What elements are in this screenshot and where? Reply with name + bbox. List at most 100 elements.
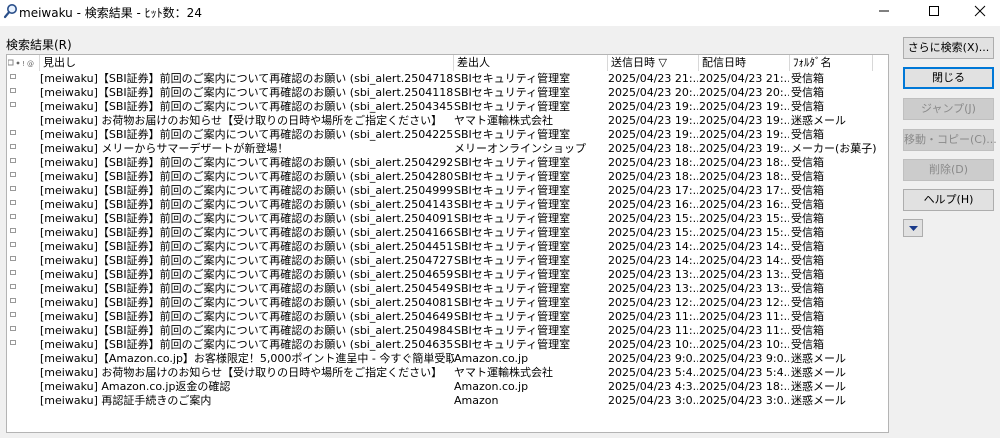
- table-row[interactable]: [meiwaku]【SBI証券】前回のご案内について再確認のお願い (sbi_a…: [7, 72, 888, 86]
- triangle-down-icon: [909, 226, 918, 231]
- subject-cell: [meiwaku]【SBI証券】前回のご案内について再確認のお願い (sbi_a…: [40, 86, 454, 99]
- folder-cell: 受信箱: [791, 170, 824, 183]
- table-row[interactable]: [meiwaku] メリーからサマーデザートが新登場！ メリーオンラインショップ 2…: [7, 142, 888, 156]
- table-row[interactable]: [meiwaku]【SBI証券】前回のご案内について再確認のお願い (sbi_a…: [7, 268, 888, 282]
- folder-cell: 受信箱: [791, 156, 824, 169]
- table-row[interactable]: [meiwaku]【SBI証券】前回のご案内について再確認のお願い (sbi_a…: [7, 310, 888, 324]
- table-row[interactable]: [meiwaku]【SBI証券】前回のご案内について再確認のお願い (sbi_a…: [7, 184, 888, 198]
- table-row[interactable]: [meiwaku]【SBI証券】前回のご案内について再確認のお願い (sbi_a…: [7, 282, 888, 296]
- table-row[interactable]: [meiwaku]【SBI証券】前回のご案内について再確認のお願い (sbi_a…: [7, 156, 888, 170]
- search-more-button[interactable]: さらに検索(X)...: [903, 37, 994, 59]
- column-header-sent[interactable]: 送信日時 ▽: [608, 55, 699, 71]
- delivered-cell: 2025/04/23 16:...: [699, 198, 789, 211]
- subject-cell: [meiwaku]【SBI証券】前回のご案内について再確認のお願い (sbi_a…: [40, 338, 454, 351]
- maximize-button[interactable]: [912, 0, 958, 22]
- table-row[interactable]: [meiwaku] Amazon.co.jp返金の確認 Amazon.co.jp 2…: [7, 380, 888, 394]
- column-header-delivered[interactable]: 配信日時: [699, 55, 790, 71]
- sender-cell: Amazon.co.jp: [454, 352, 529, 365]
- delivered-cell: 2025/04/23 14:...: [699, 254, 789, 267]
- results-list[interactable]: ! @ 見出し 差出人 送信日時 ▽ 配信日時 ﾌｫﾙﾀﾞ名 [meiwaku]…: [6, 54, 889, 433]
- sender-cell: SBIセキュリティ管理室: [454, 324, 571, 337]
- envelope-icon: [10, 186, 16, 191]
- envelope-icon: [10, 158, 16, 163]
- folder-cell: 受信箱: [791, 296, 824, 309]
- envelope-icon: [10, 326, 16, 331]
- minimize-button[interactable]: [862, 0, 908, 22]
- folder-cell: 受信箱: [791, 254, 824, 267]
- subject-cell: [meiwaku]【SBI証券】前回のご案内について再確認のお願い (sbi_a…: [40, 72, 454, 85]
- envelope-icon: [10, 88, 16, 93]
- folder-cell: 受信箱: [791, 184, 824, 197]
- envelope-icon: [10, 284, 16, 289]
- envelope-icon: [10, 298, 16, 303]
- close-window-button[interactable]: [958, 0, 1000, 22]
- table-row[interactable]: [meiwaku]【SBI証券】前回のご案内について再確認のお願い (sbi_a…: [7, 324, 888, 338]
- subject-cell: [meiwaku]【SBI証券】前回のご案内について再確認のお願い (sbi_a…: [40, 296, 454, 309]
- move-copy-button[interactable]: 移動・コピー(C)...: [903, 129, 997, 151]
- table-row[interactable]: [meiwaku]【SBI証券】前回のご案内について再確認のお願い (sbi_a…: [7, 226, 888, 240]
- subject-cell: [meiwaku] 再認証手続きのご案内: [40, 394, 212, 407]
- delivered-cell: 2025/04/23 15:...: [699, 226, 789, 239]
- table-row[interactable]: [meiwaku]【SBI証券】前回のご案内について再確認のお願い (sbi_a…: [7, 170, 888, 184]
- window-title: meiwaku - 検索結果 - ﾋｯﾄ数：24: [19, 6, 202, 20]
- delivered-cell: 2025/04/23 15:...: [699, 212, 789, 225]
- sender-cell: SBIセキュリティ管理室: [454, 338, 571, 351]
- folder-cell: 迷惑メール: [791, 366, 846, 379]
- sender-cell: Amazon.co.jp: [454, 380, 529, 393]
- table-row[interactable]: [meiwaku]【SBI証券】前回のご案内について再確認のお願い (sbi_a…: [7, 100, 888, 114]
- close-button[interactable]: 閉じる: [903, 67, 994, 89]
- subject-cell: [meiwaku]【SBI証券】前回のご案内について再確認のお願い (sbi_a…: [40, 282, 454, 295]
- table-row[interactable]: [meiwaku]【SBI証券】前回のご案内について再確認のお願い (sbi_a…: [7, 338, 888, 352]
- search-results-label: 検索結果(R): [6, 38, 72, 52]
- folder-cell: 迷惑メール: [791, 380, 846, 393]
- more-options-button[interactable]: [903, 219, 923, 237]
- delivered-cell: 2025/04/23 13:...: [699, 268, 789, 281]
- subject-cell: [meiwaku]【SBI証券】前回のご案内について再確認のお願い (sbi_a…: [40, 310, 454, 323]
- delivered-cell: 2025/04/23 17:...: [699, 184, 789, 197]
- folder-cell: 受信箱: [791, 324, 824, 337]
- jump-button[interactable]: ジャンプ(J): [903, 98, 994, 120]
- table-row[interactable]: [meiwaku] お荷物お届けのお知らせ【受け取りの日時や場所をご指定ください…: [7, 114, 888, 128]
- delivered-cell: 2025/04/23 21:...: [699, 72, 789, 85]
- table-row[interactable]: [meiwaku]【SBI証券】前回のご案内について再確認のお願い (sbi_a…: [7, 86, 888, 100]
- sent-cell: 2025/04/23 13:...: [608, 268, 698, 281]
- table-row[interactable]: [meiwaku]【SBI証券】前回のご案内について再確認のお願い (sbi_a…: [7, 254, 888, 268]
- table-row[interactable]: [meiwaku]【SBI証券】前回のご案内について再確認のお願い (sbi_a…: [7, 296, 888, 310]
- table-row[interactable]: [meiwaku] お荷物お届けのお知らせ【受け取りの日時や場所をご指定ください…: [7, 366, 888, 380]
- table-row[interactable]: [meiwaku]【SBI証券】前回のご案内について再確認のお願い (sbi_a…: [7, 240, 888, 254]
- table-row[interactable]: [meiwaku]【SBI証券】前回のご案内について再確認のお願い (sbi_a…: [7, 198, 888, 212]
- sender-cell: SBIセキュリティ管理室: [454, 240, 571, 253]
- table-row[interactable]: [meiwaku]【SBI証券】前回のご案内について再確認のお願い (sbi_a…: [7, 128, 888, 142]
- column-header-folder[interactable]: ﾌｫﾙﾀﾞ名: [790, 55, 873, 71]
- sent-cell: 2025/04/23 4:3...: [608, 380, 698, 393]
- delivered-cell: 2025/04/23 11:...: [699, 310, 789, 323]
- delivered-cell: 2025/04/23 18:...: [699, 170, 789, 183]
- table-row[interactable]: [meiwaku]【SBI証券】前回のご案内について再確認のお願い (sbi_a…: [7, 212, 888, 226]
- sender-cell: SBIセキュリティ管理室: [454, 254, 571, 267]
- sent-cell: 2025/04/23 14:...: [608, 240, 698, 253]
- delivered-cell: 2025/04/23 19:...: [699, 128, 789, 141]
- sender-cell: SBIセキュリティ管理室: [454, 198, 571, 211]
- table-row[interactable]: [meiwaku] 再認証手続きのご案内 Amazon 2025/04/23 3:0…: [7, 394, 888, 408]
- envelope-icon: [10, 200, 16, 205]
- column-header-subject[interactable]: 見出し: [40, 55, 454, 71]
- table-row[interactable]: [meiwaku]【Amazon.co.jp】お客様限定！5,000ポイント進呈…: [7, 352, 888, 366]
- folder-cell: 受信箱: [791, 268, 824, 281]
- delete-button[interactable]: 削除(D): [903, 159, 994, 181]
- subject-cell: [meiwaku]【SBI証券】前回のご案内について再確認のお願い (sbi_a…: [40, 240, 454, 253]
- sender-cell: SBIセキュリティ管理室: [454, 296, 571, 309]
- sent-cell: 2025/04/23 19:...: [608, 114, 698, 127]
- envelope-icon: [10, 256, 16, 261]
- folder-cell: 受信箱: [791, 310, 824, 323]
- subject-cell: [meiwaku]【SBI証券】前回のご案内について再確認のお願い (sbi_a…: [40, 128, 454, 141]
- envelope-icon: [10, 144, 16, 149]
- delivered-cell: 2025/04/23 3:0...: [699, 394, 789, 407]
- envelope-icon: [10, 74, 16, 79]
- column-header-flags[interactable]: ! @: [7, 55, 40, 71]
- sender-cell: SBIセキュリティ管理室: [454, 72, 571, 85]
- envelope-icon: [10, 102, 16, 107]
- sender-cell: ヤマト運輸株式会社: [454, 366, 553, 379]
- delivered-cell: 2025/04/23 12:...: [699, 296, 789, 309]
- column-header-sender[interactable]: 差出人: [454, 55, 608, 71]
- help-button[interactable]: ヘルプ(H): [903, 189, 994, 211]
